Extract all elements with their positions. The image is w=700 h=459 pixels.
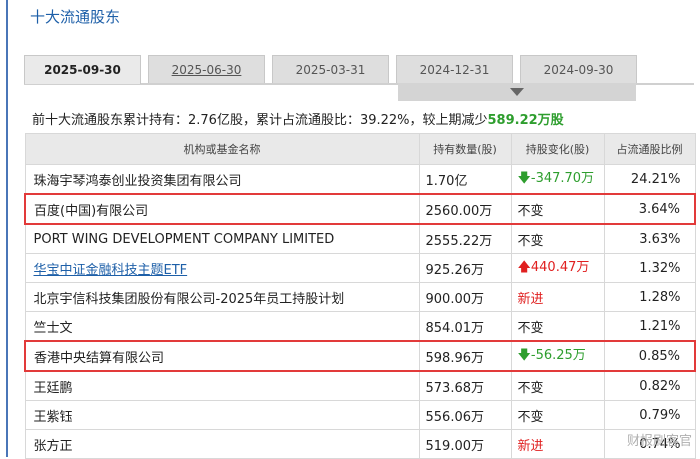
hold-amount: 854.01万	[418, 311, 512, 342]
tab-2024-09-30[interactable]: 2024-09-30	[520, 55, 637, 83]
table-row: 珠海宇琴鸿泰创业投资集团有限公司 1.70亿 🡇-347.70万 24.21%	[24, 164, 696, 195]
reduced-amount: 589.22万股	[487, 113, 564, 128]
hold-amount: 925.26万	[418, 253, 512, 283]
table-row: 张方正 519.00万 新进 0.74%	[24, 429, 696, 459]
tab-2025-09-30[interactable]: 2025-09-30	[24, 55, 141, 84]
period-tabs: 2025-09-30 2025-06-30 2025-03-31 2024-12…	[24, 55, 694, 85]
hold-ratio: 0.82%	[603, 370, 696, 401]
hold-change: 🡇-56.25万	[510, 340, 605, 372]
col-header-name: 机构或基金名称	[24, 133, 420, 165]
table-row: 王紫钰 556.06万 不变 0.79%	[24, 400, 696, 430]
hold-change: 不变	[510, 400, 605, 430]
hold-change: 不变	[510, 223, 605, 254]
table-row: 竺士文 854.01万 不变 1.21%	[24, 311, 696, 342]
hold-change: 不变	[510, 193, 605, 225]
hold-amount: 1.70亿	[418, 164, 512, 195]
left-border	[6, 0, 8, 457]
hold-amount: 900.00万	[418, 282, 512, 312]
page-title: 十大流通股东	[30, 8, 121, 26]
col-header-hold: 持有数量(股)	[418, 133, 512, 165]
holder-name: 珠海宇琴鸿泰创业投资集团有限公司	[24, 164, 420, 195]
hold-change: 新进	[510, 429, 605, 459]
hold-change: 不变	[510, 311, 605, 342]
hold-amount: 519.00万	[418, 429, 512, 459]
hold-ratio: 24.21%	[603, 164, 696, 195]
holder-name: 张方正	[24, 429, 420, 459]
hold-change: 不变	[510, 370, 605, 401]
hold-change: 🡅440.47万	[510, 253, 605, 283]
tab-2025-03-31[interactable]: 2025-03-31	[272, 55, 389, 83]
table-row: 百度(中国)有限公司 2560.00万 不变 3.64%	[24, 193, 696, 225]
holder-name-link[interactable]: 华宝中证金融科技主题ETF	[24, 253, 420, 283]
holding-summary: 前十大流通股东累计持有：2.76亿股，累计占流通股比：39.22%，较上期减少5…	[32, 113, 564, 128]
col-header-ratio: 占流通股比例	[603, 133, 696, 165]
table-row: 王廷鹏 573.68万 不变 0.82%	[24, 370, 696, 401]
col-header-change: 持股变化(股)	[510, 133, 605, 165]
hold-ratio: 1.21%	[603, 311, 696, 342]
table-header-row: 机构或基金名称 持有数量(股) 持股变化(股) 占流通股比例	[24, 133, 696, 165]
holder-name: 竺士文	[24, 311, 420, 342]
holder-name: 王紫钰	[24, 400, 420, 430]
arrow-down-icon: 🡇	[517, 171, 531, 186]
holder-name: PORT WING DEVELOPMENT COMPANY LIMITED	[24, 223, 420, 254]
hold-ratio: 1.32%	[603, 253, 696, 283]
arrow-down-icon: 🡇	[517, 348, 531, 363]
hold-ratio: 3.63%	[603, 223, 696, 254]
hold-ratio: 0.85%	[603, 340, 696, 372]
tab-2024-12-31[interactable]: 2024-12-31	[396, 55, 513, 83]
tab-2025-06-30[interactable]: 2025-06-30	[148, 55, 265, 83]
hold-change: 新进	[510, 282, 605, 312]
watermark: 财报刷客官	[626, 434, 692, 449]
hold-amount: 2560.00万	[418, 193, 512, 225]
shareholders-table: 机构或基金名称 持有数量(股) 持股变化(股) 占流通股比例 珠海宇琴鸿泰创业投…	[24, 133, 696, 459]
more-periods-dropdown[interactable]	[398, 83, 636, 101]
holder-name: 王廷鹏	[24, 370, 420, 401]
hold-ratio: 0.79%	[603, 400, 696, 430]
table-row: 香港中央结算有限公司 598.96万 🡇-56.25万 0.85%	[24, 340, 696, 372]
hold-amount: 2555.22万	[418, 223, 512, 254]
hold-change: 🡇-347.70万	[510, 164, 605, 195]
arrow-up-icon: 🡅	[517, 260, 531, 275]
holder-name: 百度(中国)有限公司	[24, 193, 420, 225]
table-row: 北京宇信科技集团股份有限公司-2025年员工持股计划 900.00万 新进 1.…	[24, 282, 696, 312]
triangle-down-icon	[510, 88, 524, 96]
hold-amount: 573.68万	[418, 370, 512, 401]
holder-name: 北京宇信科技集团股份有限公司-2025年员工持股计划	[24, 282, 420, 312]
hold-ratio: 1.28%	[603, 282, 696, 312]
table-row: 华宝中证金融科技主题ETF 925.26万 🡅440.47万 1.32%	[24, 253, 696, 283]
hold-amount: 556.06万	[418, 400, 512, 430]
holder-name: 香港中央结算有限公司	[24, 340, 420, 372]
hold-amount: 598.96万	[418, 340, 512, 372]
hold-ratio: 3.64%	[603, 193, 696, 225]
table-row: PORT WING DEVELOPMENT COMPANY LIMITED 25…	[24, 223, 696, 254]
